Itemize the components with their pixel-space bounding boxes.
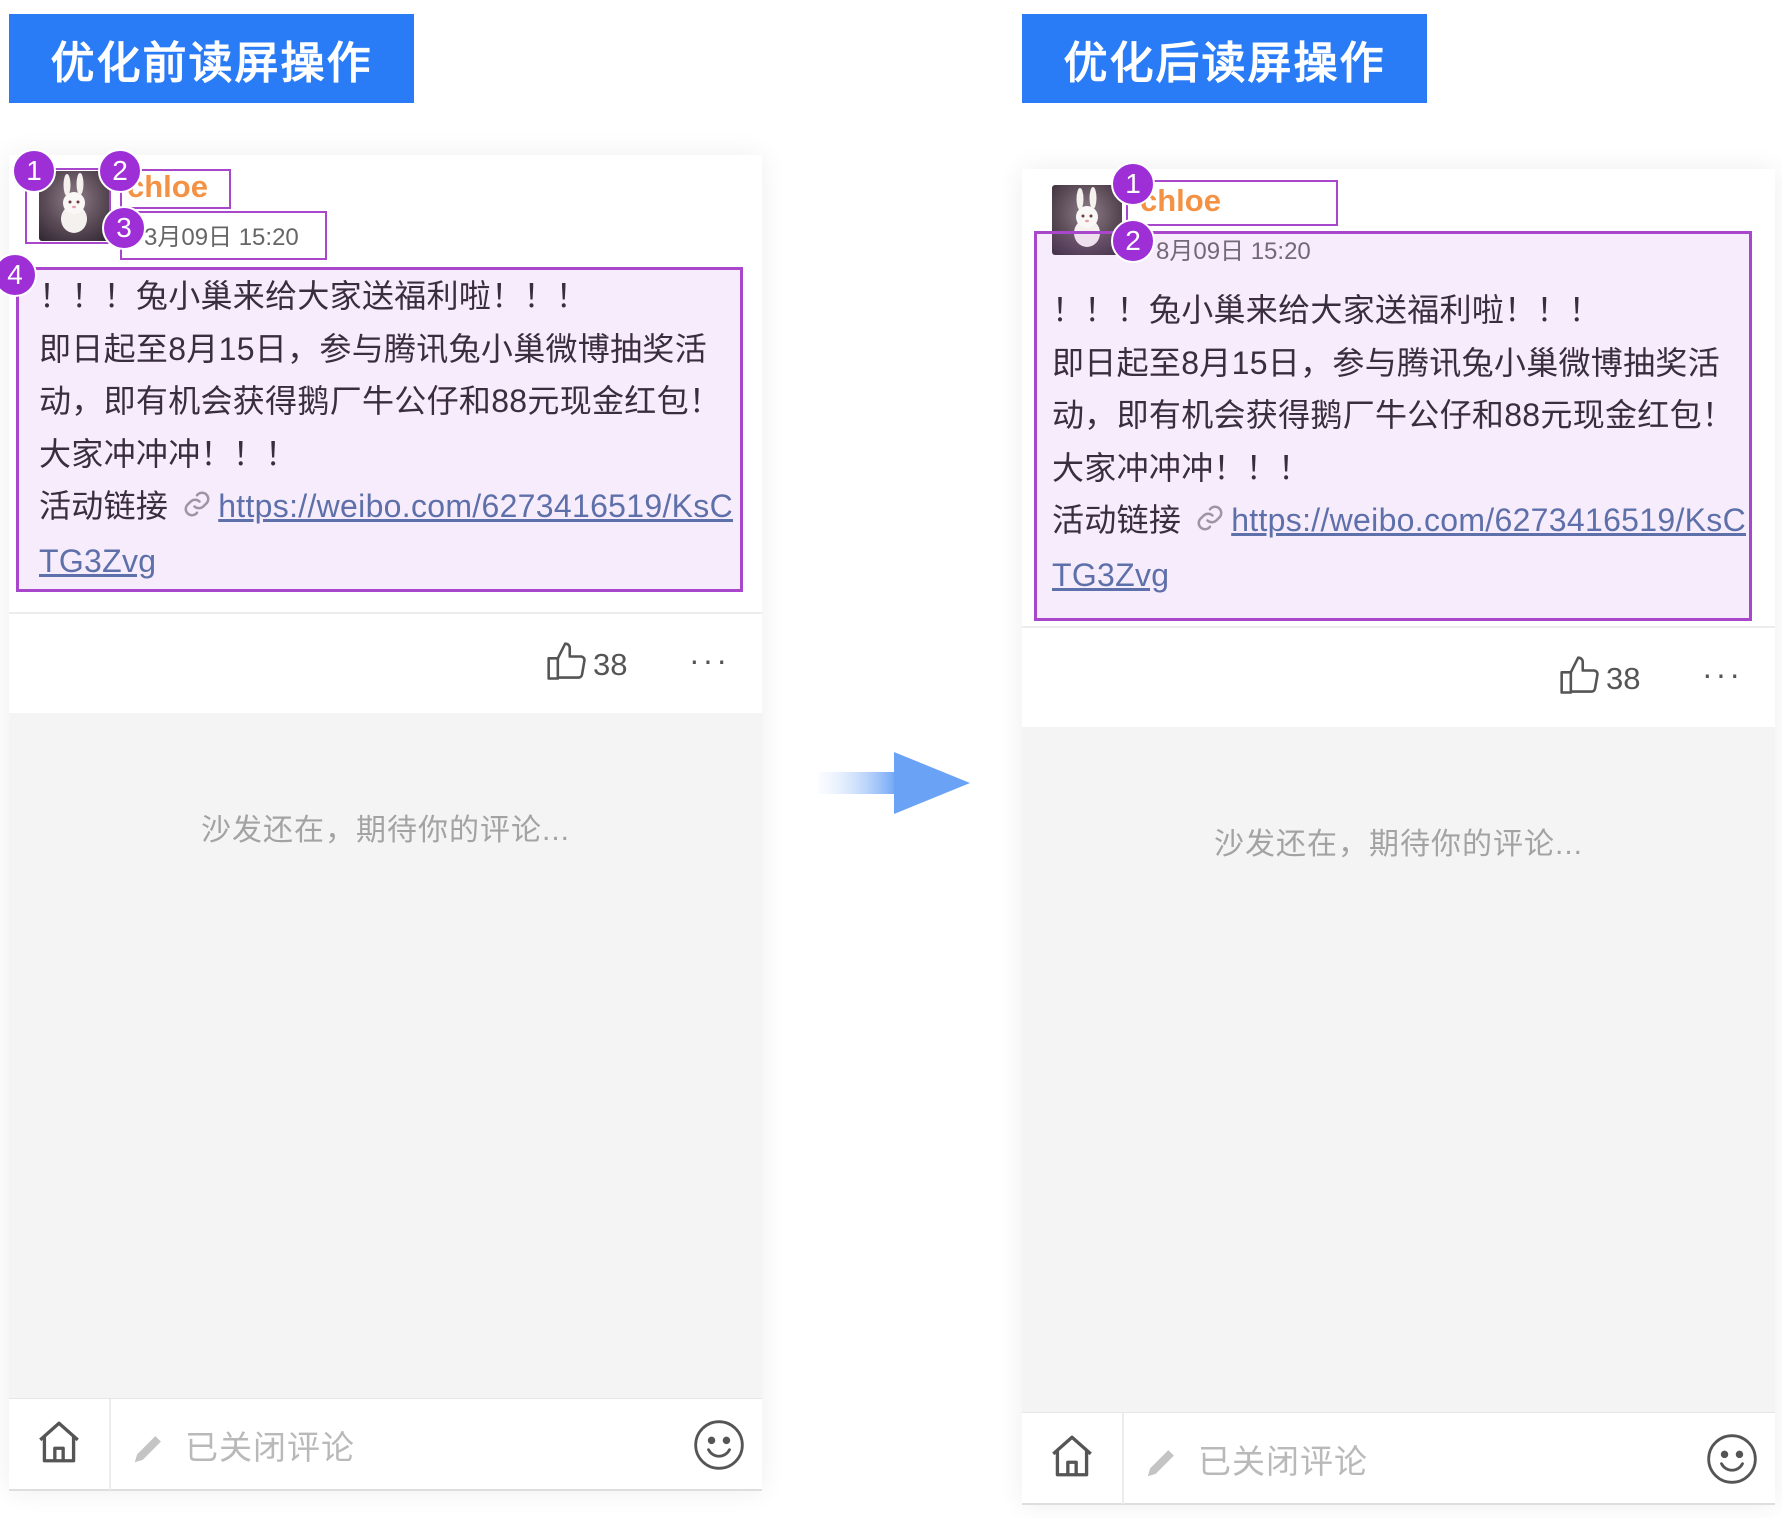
bottom-bar: 已关闭评论: [9, 1398, 762, 1491]
pencil-icon: [130, 1429, 168, 1472]
post-card-before: chloe 3月09日 15:20 ！！！兔小巢来给大家送福利啦！！！ 即日起至…: [0, 149, 762, 1491]
action-row: 38 ···: [1022, 628, 1775, 727]
smiley-face-icon[interactable]: [691, 1417, 747, 1478]
thumbs-up-icon: [1558, 654, 1602, 703]
home-button[interactable]: [9, 1399, 111, 1490]
action-row: 38 ···: [9, 614, 762, 713]
pencil-icon: [1143, 1443, 1181, 1486]
focus-box-header: [1126, 180, 1338, 226]
post-card-after: chloe 8月09日 15:20 ！！！兔小巢来给大家送福利啦！！！ 即日起至…: [1022, 162, 1775, 1505]
comments-closed-text: 已关闭评论: [1198, 1443, 1368, 1480]
home-icon: [34, 1417, 84, 1472]
step-badge: 1: [12, 149, 56, 193]
home-icon: [1047, 1431, 1097, 1486]
focus-box-content: [1034, 231, 1752, 621]
right-arrow-icon: [818, 752, 970, 819]
like-button[interactable]: 38: [545, 640, 627, 689]
more-dots-icon[interactable]: ···: [689, 642, 730, 679]
like-button[interactable]: 38: [1558, 654, 1640, 703]
comments-area: 沙发还在，期待你的评论...: [9, 713, 762, 1398]
focus-box-content: [16, 267, 743, 592]
focus-box-datetime: [120, 211, 327, 260]
smiley-face-icon[interactable]: [1704, 1431, 1760, 1492]
thumbs-up-icon: [545, 640, 589, 689]
comments-area: 沙发还在，期待你的评论...: [1022, 727, 1775, 1412]
like-count: 38: [1606, 660, 1641, 696]
like-count: 38: [593, 646, 628, 682]
more-dots-icon[interactable]: ···: [1702, 656, 1743, 693]
home-button[interactable]: [1022, 1413, 1124, 1504]
step-badge: 2: [1111, 219, 1155, 263]
step-badge: 1: [1111, 162, 1155, 206]
step-badge: 2: [98, 149, 142, 193]
step-badge: 3: [102, 206, 146, 250]
comments-closed-text: 已关闭评论: [185, 1429, 355, 1466]
comments-empty-text: 沙发还在，期待你的评论...: [1213, 828, 1583, 861]
bottom-bar: 已关闭评论: [1022, 1412, 1775, 1505]
before-label: 优化前读屏操作: [9, 14, 414, 103]
after-label: 优化后读屏操作: [1022, 14, 1427, 103]
comments-empty-text: 沙发还在，期待你的评论...: [200, 814, 570, 847]
